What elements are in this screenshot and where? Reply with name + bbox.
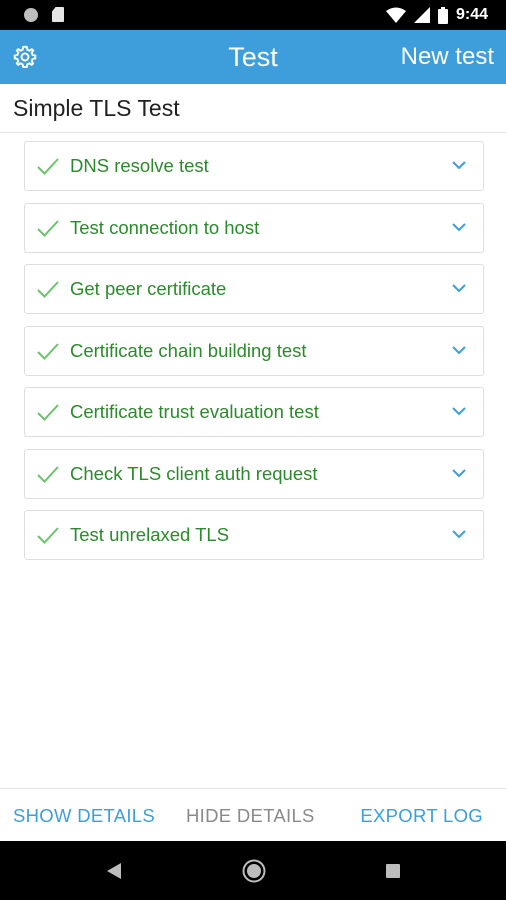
wifi-icon (385, 7, 406, 23)
test-item-label: Test connection to host (70, 216, 260, 238)
test-item-label: Test unrelaxed TLS (70, 524, 230, 545)
status-bar-right: 9:44 (385, 6, 488, 24)
back-icon[interactable] (107, 863, 121, 879)
test-item-trust-evaluation[interactable]: Certificate trust evaluation test (24, 387, 484, 437)
recents-icon[interactable] (386, 864, 400, 878)
new-test-button[interactable]: New test (401, 43, 494, 71)
circle-notification-icon (24, 7, 38, 22)
app-bar: Test New test (0, 30, 506, 84)
chevron-down-icon[interactable] (451, 405, 467, 417)
heading-divider (0, 132, 506, 133)
export-log-button[interactable]: EXPORT LOG (360, 805, 483, 827)
test-item-label: Check TLS client auth request (70, 462, 318, 484)
show-details-button[interactable]: SHOW DETAILS (13, 805, 155, 827)
chevron-down-icon[interactable] (451, 528, 467, 540)
check-icon (37, 158, 59, 175)
home-icon[interactable] (242, 859, 266, 883)
chevron-down-icon[interactable] (451, 159, 467, 171)
check-icon (37, 527, 59, 544)
battery-icon (437, 6, 448, 24)
test-list: DNS resolve test Test connection to host… (24, 141, 484, 572)
test-item-dns-resolve[interactable]: DNS resolve test (24, 141, 484, 191)
test-item-peer-certificate[interactable]: Get peer certificate (24, 264, 484, 314)
cell-signal-icon (413, 7, 430, 23)
chevron-down-icon[interactable] (451, 467, 467, 479)
check-icon (37, 219, 59, 237)
hide-details-button[interactable]: HIDE DETAILS (186, 805, 315, 827)
test-item-connection[interactable]: Test connection to host (24, 202, 484, 253)
status-bar: 9:44 (0, 0, 506, 30)
test-item-chain-building[interactable]: Certificate chain building test (24, 325, 484, 376)
test-item-label: Certificate chain building test (70, 339, 307, 361)
test-item-client-auth[interactable]: Check TLS client auth request (24, 448, 484, 499)
check-icon (37, 281, 59, 298)
test-item-unrelaxed-tls[interactable]: Test unrelaxed TLS (24, 510, 484, 560)
page-title: Simple TLS Test (13, 95, 180, 121)
check-icon (37, 342, 59, 360)
sd-card-icon (52, 7, 64, 22)
test-item-label: Certificate trust evaluation test (70, 401, 319, 422)
chevron-down-icon[interactable] (451, 344, 467, 356)
status-bar-left (24, 7, 64, 22)
bottom-action-bar: SHOW DETAILS HIDE DETAILS EXPORT LOG (0, 789, 506, 841)
test-item-label: DNS resolve test (70, 155, 209, 176)
chevron-down-icon[interactable] (451, 221, 467, 233)
test-item-label: Get peer certificate (70, 278, 227, 299)
check-icon (37, 404, 59, 421)
status-time: 9:44 (455, 6, 488, 23)
check-icon (37, 465, 59, 483)
chevron-down-icon[interactable] (451, 282, 467, 294)
system-nav-bar (0, 841, 506, 900)
